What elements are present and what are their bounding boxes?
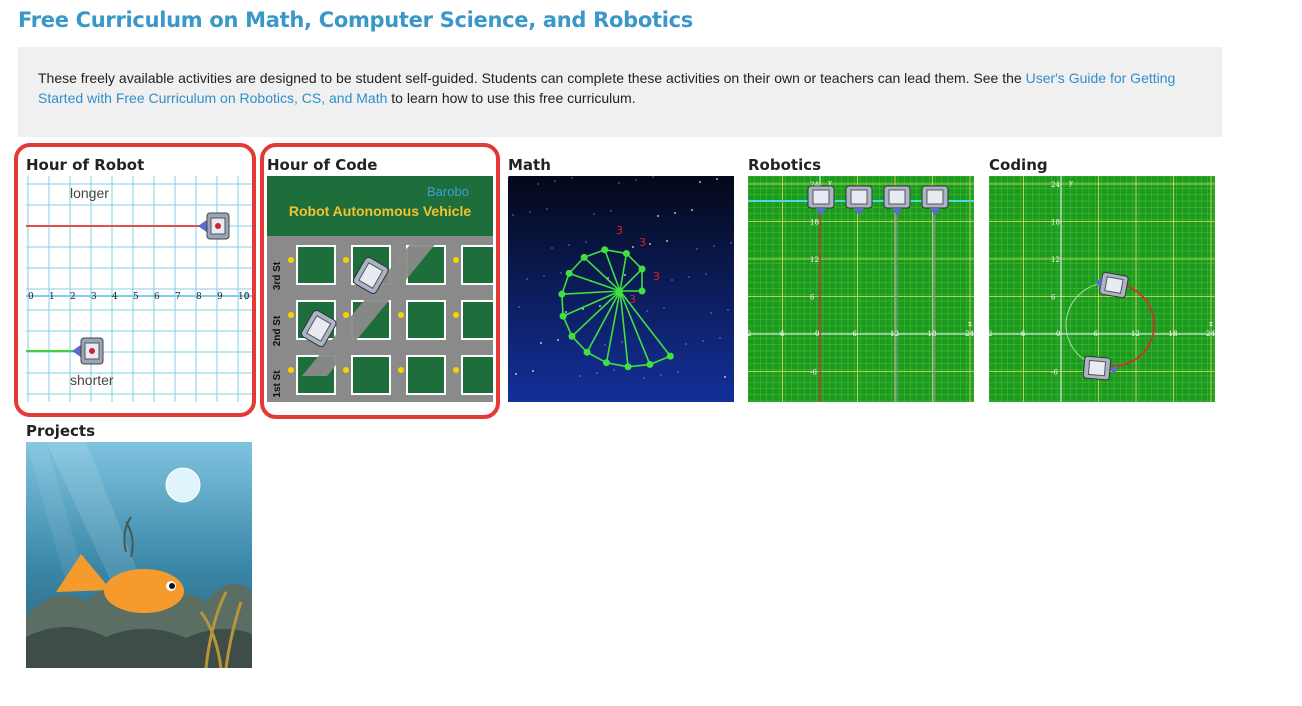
axis-tick-label: 8 — [196, 292, 202, 302]
math-thumbnail[interactable]: 3 3 3 3 — [508, 176, 734, 402]
card-title: Projects — [26, 422, 96, 440]
x-tick-label: -6 — [1019, 330, 1026, 338]
y-tick-label: 12 — [1051, 256, 1060, 264]
x-axis-name: x — [1209, 320, 1213, 328]
x-axis-name: x — [968, 320, 972, 328]
y-tick-label: 6 — [810, 294, 815, 302]
y-tick-label: -6 — [1051, 369, 1058, 377]
side-label: 3 — [616, 224, 623, 237]
projects-thumbnail[interactable] — [26, 442, 252, 668]
page-title: Free Curriculum on Math, Computer Scienc… — [18, 8, 694, 32]
hour-of-code-image: Barobo Robot Autonomous Vehicle 3rd St 2… — [267, 176, 493, 402]
label-shorter: shorter — [70, 372, 114, 388]
x-tick-label: 18 — [928, 330, 937, 338]
side-label: 3 — [629, 293, 636, 306]
y-tick-label: 6 — [1051, 294, 1056, 302]
robotics-thumbnail[interactable]: -12-6061218242418126-6-12 y x — [748, 176, 974, 402]
axis-tick-label: 3 — [91, 292, 97, 302]
label-longer: longer — [70, 185, 109, 201]
axis-tick-label: 0 — [28, 292, 34, 302]
card-title: Hour of Code — [267, 156, 378, 174]
side-label: 3 — [639, 236, 646, 249]
y-tick-label: 18 — [810, 219, 819, 227]
axis-tick-label: 6 — [154, 292, 160, 302]
barobo-brand: Barobo — [427, 184, 469, 199]
card-title: Robotics — [748, 156, 822, 174]
axis-tick-label: 1 — [49, 292, 55, 302]
hour-of-code-thumbnail[interactable]: Barobo Robot Autonomous Vehicle 3rd St 2… — [267, 176, 493, 402]
axis-tick-label: 4 — [112, 292, 118, 302]
x-tick-label: 6 — [1094, 330, 1099, 338]
x-tick-label: 24 — [1206, 330, 1215, 338]
axis-tick-label: 10 — [238, 292, 250, 302]
axis-tick-label: 7 — [175, 292, 181, 302]
y-tick-label: -6 — [810, 369, 817, 377]
math-image: 3 3 3 3 — [508, 176, 734, 402]
x-tick-label: -12 — [989, 330, 992, 338]
axis-tick-label: 5 — [133, 292, 139, 302]
x-tick-label: 24 — [965, 330, 974, 338]
y-tick-label: 24 — [1051, 181, 1060, 189]
bubble-icon — [165, 467, 201, 503]
card-hour-of-code[interactable]: Hour of Code Barobo Robot Autonomous Veh… — [267, 156, 493, 406]
card-title: Coding — [989, 156, 1048, 174]
x-tick-label: 0 — [815, 330, 819, 338]
street-label: 1st St — [272, 370, 283, 398]
banner-text: Robot Autonomous Vehicle — [289, 203, 471, 219]
intro-text-end: to learn how to use this free curriculum… — [387, 90, 636, 106]
card-robotics[interactable]: Robotics -12-6061218242418126-6-12 y x — [748, 156, 974, 406]
coding-image: -12-6061218242418126-6-12 y x — [989, 176, 1215, 402]
hour-of-robot-thumbnail[interactable]: 0 1 2 3 4 5 6 7 8 9 10 longer shorter — [26, 176, 252, 402]
robotics-image: -12-6061218242418126-6-12 y x — [748, 176, 974, 402]
card-hour-of-robot[interactable]: Hour of Robot 0 1 2 3 4 5 6 7 8 9 10 longer shorte… — [26, 156, 252, 406]
hour-of-robot-image: 0 1 2 3 4 5 6 7 8 9 10 longer shorter — [26, 176, 252, 402]
street-label: 2nd St — [272, 315, 283, 346]
axis-tick-label: 2 — [70, 292, 76, 302]
intro-box: These freely available activities are de… — [18, 47, 1222, 137]
card-title: Hour of Robot — [26, 156, 145, 174]
x-tick-label: 12 — [1131, 330, 1140, 338]
y-tick-label: 18 — [1051, 219, 1060, 227]
x-tick-label: -12 — [748, 330, 751, 338]
x-tick-label: -6 — [778, 330, 785, 338]
x-tick-label: 18 — [1169, 330, 1178, 338]
side-label: 3 — [653, 270, 660, 283]
x-tick-label: 12 — [890, 330, 899, 338]
x-tick-label: 0 — [1056, 330, 1060, 338]
card-title: Math — [508, 156, 551, 174]
y-tick-label: 12 — [810, 256, 819, 264]
axis-tick-label: 9 — [217, 292, 223, 302]
y-axis-name: y — [1068, 179, 1073, 187]
projects-image — [26, 442, 252, 668]
street-label: 3rd St — [272, 261, 283, 290]
card-math[interactable]: Math 3 3 3 3 — [508, 156, 734, 406]
card-coding[interactable]: Coding -12-6061218242418126-6-12 y x — [989, 156, 1215, 406]
coding-thumbnail[interactable]: -12-6061218242418126-6-12 y x — [989, 176, 1215, 402]
intro-text: These freely available activities are de… — [38, 70, 1026, 86]
card-projects[interactable]: Projects — [26, 422, 252, 672]
x-tick-label: 6 — [853, 330, 858, 338]
